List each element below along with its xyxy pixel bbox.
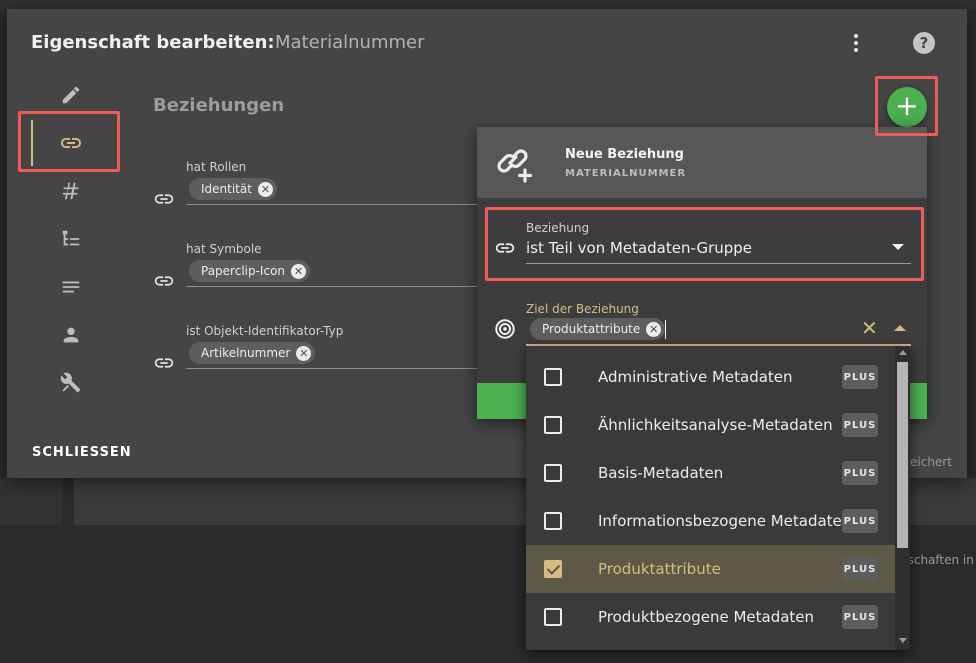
relation-underline xyxy=(186,286,496,287)
target-dropdown-list: Administrative Metadaten PLUS Ähnlichkei… xyxy=(526,346,910,650)
relation-label: hat Rollen xyxy=(186,160,247,174)
checkbox[interactable] xyxy=(544,464,562,482)
chip-remove-icon[interactable]: ✕ xyxy=(291,263,307,279)
text-cursor xyxy=(665,320,666,339)
nav-text-lines-icon[interactable] xyxy=(55,271,87,303)
popup-subtitle: MATERIALNUMMER xyxy=(565,168,687,179)
link-icon xyxy=(154,358,174,368)
dropdown-arrow-icon[interactable] xyxy=(892,244,904,250)
checkbox-checked[interactable] xyxy=(544,560,562,578)
clear-selection-icon[interactable]: ✕ xyxy=(861,318,878,338)
add-link-icon xyxy=(497,149,533,183)
popup-header: Neue Beziehung MATERIALNUMMER xyxy=(477,127,927,198)
chip-label: Artikelnummer xyxy=(201,346,291,360)
plus-badge: PLUS xyxy=(842,557,878,581)
help-icon[interactable]: ? xyxy=(913,32,935,54)
plus-badge: PLUS xyxy=(842,413,878,437)
scroll-down-icon[interactable] xyxy=(899,638,907,643)
relation-underline xyxy=(186,368,496,369)
scrollbar-thumb[interactable] xyxy=(897,362,908,548)
option-label: Produktbezogene Metadaten xyxy=(598,608,815,626)
list-item[interactable]: Administrative Metadaten PLUS xyxy=(526,353,895,401)
relation-type-underline xyxy=(526,263,911,264)
relation-chip: Paperclip-Icon ✕ xyxy=(189,260,311,282)
nav-person-icon[interactable] xyxy=(55,319,87,351)
checkbox[interactable] xyxy=(544,368,562,386)
relation-underline xyxy=(186,204,496,205)
background-hint-text: nschaften in xyxy=(900,553,974,567)
popup-title: Neue Beziehung xyxy=(565,147,684,162)
nav-hash-icon[interactable] xyxy=(55,175,87,207)
more-options-icon[interactable] xyxy=(845,31,867,55)
relation-chip: Artikelnummer ✕ xyxy=(189,342,316,364)
target-icon xyxy=(495,319,515,339)
nav-pencil-icon[interactable] xyxy=(55,79,87,111)
option-label: Ähnlichkeitsanalyse-Metadaten xyxy=(598,416,833,434)
dialog-subtitle: Materialnummer xyxy=(275,32,425,53)
plus-badge: PLUS xyxy=(842,509,878,533)
relation-chip: Identität ✕ xyxy=(189,178,277,200)
close-button[interactable]: SCHLIESSEN xyxy=(32,445,132,460)
nav-tools-icon[interactable] xyxy=(55,367,87,399)
relation-row: hat Symbole Paperclip-Icon ✕ xyxy=(153,242,496,302)
relation-type-label: Beziehung xyxy=(526,221,590,235)
target-chip: Produktattribute ✕ xyxy=(530,318,666,340)
relation-label: hat Symbole xyxy=(186,242,262,256)
chip-label: Produktattribute xyxy=(542,322,641,336)
option-label: Informationsbezogene Metadaten xyxy=(598,512,852,530)
option-label: Basis-Metadaten xyxy=(598,464,724,482)
plus-badge: PLUS xyxy=(842,365,878,389)
list-item[interactable]: Ähnlichkeitsanalyse-Metadaten PLUS xyxy=(526,401,895,449)
relation-type-select[interactable]: ist Teil von Metadaten-Gruppe xyxy=(526,239,752,257)
saved-status-text: eichert xyxy=(910,455,952,469)
checkbox[interactable] xyxy=(544,608,562,626)
add-relation-button[interactable]: + xyxy=(887,87,927,127)
link-icon xyxy=(154,194,174,204)
chip-remove-icon[interactable]: ✕ xyxy=(296,345,312,361)
dialog-title: Eigenschaft bearbeiten: xyxy=(31,32,275,53)
target-label: Ziel der Beziehung xyxy=(526,302,639,316)
list-item[interactable]: Informationsbezogene Metadaten PLUS xyxy=(526,497,895,545)
option-label: Administrative Metadaten xyxy=(598,368,793,386)
nav-hierarchy-icon[interactable] xyxy=(55,223,87,255)
scroll-up-icon[interactable] xyxy=(899,350,907,355)
option-label: Produktattribute xyxy=(598,560,721,578)
checkbox[interactable] xyxy=(544,512,562,530)
relation-row: hat Rollen Identität ✕ xyxy=(153,160,496,220)
checkbox[interactable] xyxy=(544,416,562,434)
chip-remove-icon[interactable]: ✕ xyxy=(257,181,273,197)
plus-badge: PLUS xyxy=(842,461,878,485)
relation-row: ist Objekt-Identifikator-Typ Artikelnumm… xyxy=(153,324,496,384)
link-icon xyxy=(154,276,174,286)
chip-label: Identität xyxy=(201,182,252,196)
background-side-panel xyxy=(0,478,62,525)
nav-active-indicator xyxy=(31,120,33,166)
collapse-arrow-icon[interactable] xyxy=(894,325,906,331)
chip-remove-icon[interactable]: ✕ xyxy=(646,321,662,337)
list-item[interactable]: Basis-Metadaten PLUS xyxy=(526,449,895,497)
list-item-selected[interactable]: Produktattribute PLUS xyxy=(526,545,895,593)
chip-label: Paperclip-Icon xyxy=(201,264,286,278)
plus-badge: PLUS xyxy=(842,605,878,629)
section-title: Beziehungen xyxy=(153,95,285,116)
relation-label: ist Objekt-Identifikator-Typ xyxy=(186,324,344,338)
list-item[interactable]: Produktbezogene Metadaten PLUS xyxy=(526,593,895,641)
nav-link-icon[interactable] xyxy=(55,127,87,159)
link-icon xyxy=(495,243,515,253)
